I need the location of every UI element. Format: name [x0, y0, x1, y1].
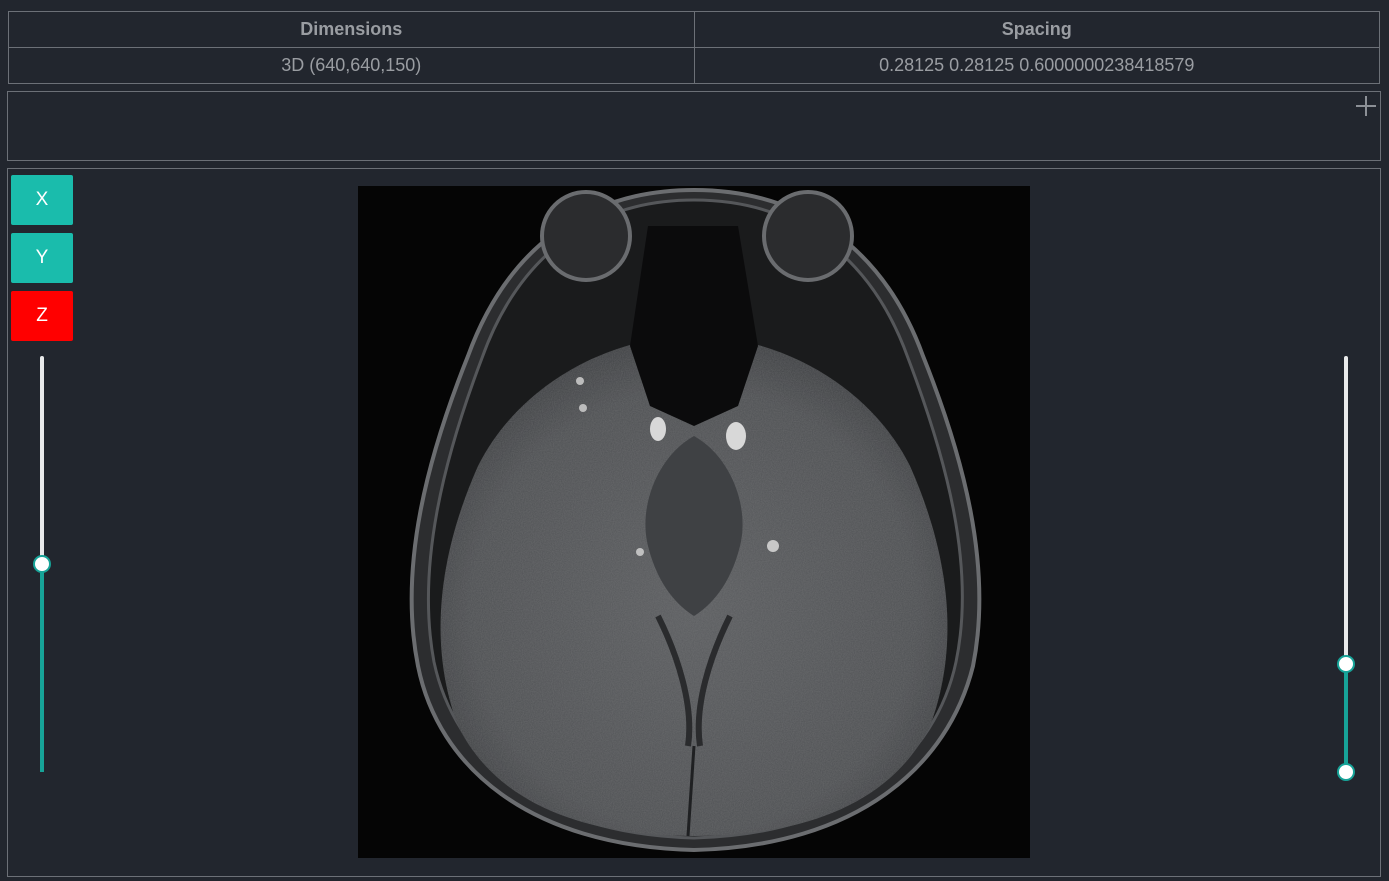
viewer-panel: X Y Z	[7, 168, 1381, 877]
dimensions-header: Dimensions	[8, 11, 695, 48]
slice-slider-fill	[40, 564, 44, 772]
window-slider-fill	[1344, 663, 1348, 772]
info-header-row: Dimensions Spacing	[8, 11, 1380, 48]
window-slider-high-thumb[interactable]	[1337, 654, 1355, 673]
axis-y-button[interactable]: Y	[11, 233, 73, 283]
plus-icon	[1356, 96, 1376, 116]
info-value-row: 3D (640,640,150) 0.28125 0.28125 0.60000…	[8, 47, 1380, 84]
dimensions-value: 3D (640,640,150)	[8, 47, 695, 84]
spacing-header: Spacing	[693, 11, 1380, 48]
slice-slider-thumb[interactable]	[33, 555, 51, 573]
window-level-slider[interactable]	[1333, 356, 1359, 781]
window-slider-low-thumb[interactable]	[1337, 763, 1355, 781]
mri-brain-slice	[358, 186, 1030, 858]
mri-image-viewport[interactable]	[358, 186, 1030, 858]
image-info-table: Dimensions Spacing 3D (640,640,150) 0.28…	[8, 11, 1380, 84]
slice-slider[interactable]	[29, 356, 55, 772]
spacing-value: 0.28125 0.28125 0.6000000238418579	[693, 47, 1380, 84]
axis-x-button[interactable]: X	[11, 175, 73, 225]
axis-z-button[interactable]: Z	[11, 291, 73, 341]
add-button[interactable]	[1354, 94, 1378, 118]
toolbar-panel	[7, 91, 1381, 161]
